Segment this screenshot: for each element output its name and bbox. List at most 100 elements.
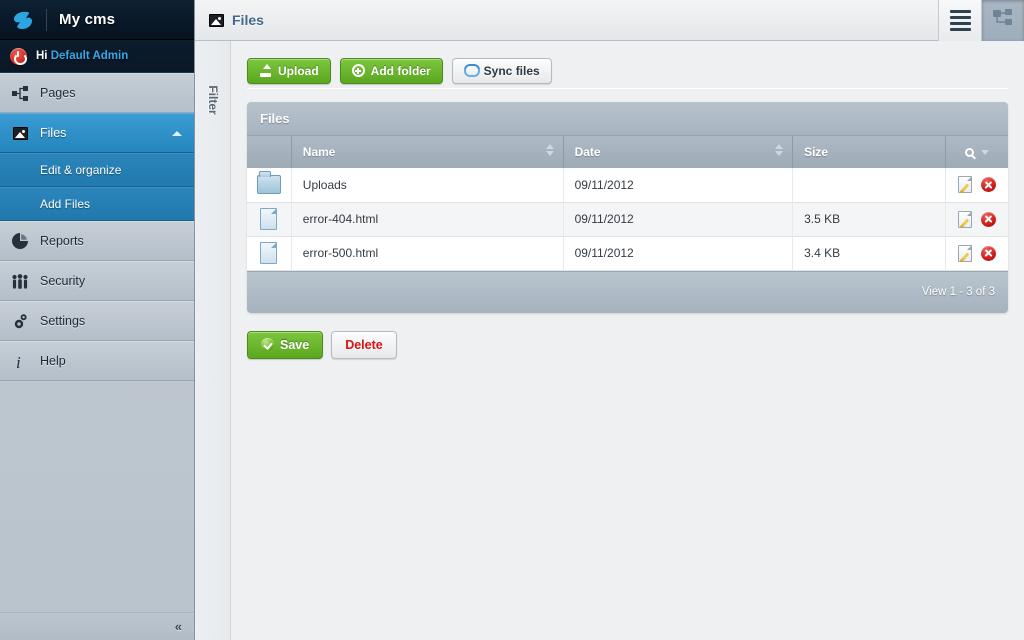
column-name-label: Name <box>303 145 336 159</box>
add-folder-label: Add folder <box>371 64 431 78</box>
view-list-button[interactable] <box>938 0 981 41</box>
silverstripe-logo-icon <box>0 9 46 31</box>
cell-date: 09/11/2012 <box>563 236 793 270</box>
sidebar-subitem-edit-organize[interactable]: Edit & organize <box>0 153 194 187</box>
add-folder-button[interactable]: Add folder <box>340 58 443 84</box>
sort-toggle-name[interactable] <box>546 144 554 156</box>
logo-divider <box>46 9 47 31</box>
cms-title: My cms <box>59 11 115 28</box>
panel-footer: View 1 - 3 of 3 <box>247 271 1008 313</box>
collapse-chevron-icon: « <box>175 619 182 634</box>
sidebar-collapse-button[interactable]: « <box>0 612 194 640</box>
pagination-status: View 1 - 3 of 3 <box>922 286 995 298</box>
column-icon <box>247 136 291 168</box>
sync-icon <box>464 64 478 77</box>
cell-size <box>793 168 946 202</box>
cell-name[interactable]: error-500.html <box>291 236 563 270</box>
table-row[interactable]: error-404.html 09/11/2012 3.5 KB <box>247 202 1008 236</box>
search-icon[interactable] <box>965 148 974 157</box>
row-type-icon-cell <box>247 168 291 202</box>
main-area: Files <box>195 0 1024 640</box>
column-name[interactable]: Name <box>291 136 563 168</box>
sidebar-item-security[interactable]: Security <box>0 261 194 301</box>
edit-icon[interactable] <box>958 245 972 262</box>
tree-view-icon <box>992 8 1014 33</box>
page-title: Files <box>232 12 264 28</box>
save-button[interactable]: Save <box>247 331 323 359</box>
toolbar: Upload Add folder Sync files <box>247 41 1008 88</box>
info-icon: i <box>10 352 30 370</box>
column-actions <box>946 136 1008 168</box>
cell-size: 3.5 KB <box>793 202 946 236</box>
list-view-icon <box>950 10 971 31</box>
files-panel: Files Name Date <box>247 102 1008 313</box>
column-date-label: Date <box>575 145 601 159</box>
file-icon <box>260 208 277 230</box>
panel-title: Files <box>260 111 290 126</box>
users-icon <box>10 272 30 290</box>
view-toggle-group <box>938 0 1024 41</box>
cell-name[interactable]: Uploads <box>291 168 563 202</box>
cell-actions <box>946 236 1008 270</box>
table-row[interactable]: error-500.html 09/11/2012 3.4 KB <box>247 236 1008 270</box>
svg-text:i: i <box>16 353 21 370</box>
table-row[interactable]: Uploads 09/11/2012 <box>247 168 1008 202</box>
sidebar: My cms Hi Default Admin Pages <box>0 0 195 640</box>
row-type-icon-cell <box>247 236 291 270</box>
sidebar-item-files[interactable]: Files <box>0 113 194 153</box>
cell-actions <box>946 168 1008 202</box>
sidebar-item-help[interactable]: i Help <box>0 341 194 381</box>
edit-icon[interactable] <box>958 211 972 228</box>
column-size[interactable]: Size <box>793 136 946 168</box>
cell-size: 3.4 KB <box>793 236 946 270</box>
sort-toggle-date[interactable] <box>775 144 783 156</box>
pie-chart-icon <box>10 232 30 250</box>
cell-name[interactable]: error-404.html <box>291 202 563 236</box>
logo-bar: My cms <box>0 0 194 40</box>
edit-icon[interactable] <box>958 176 972 193</box>
toolbar-divider <box>247 88 1008 89</box>
sync-files-button[interactable]: Sync files <box>452 58 552 84</box>
greeting-text: Hi <box>36 50 48 62</box>
upload-label: Upload <box>278 64 319 78</box>
form-actions: Save Delete <box>247 331 1008 359</box>
upload-button[interactable]: Upload <box>247 58 331 84</box>
cell-date: 09/11/2012 <box>563 168 793 202</box>
sidebar-item-label: Reports <box>40 234 84 248</box>
filter-rail[interactable]: Filter <box>195 41 231 640</box>
folder-icon <box>257 175 281 194</box>
file-icon <box>260 242 277 264</box>
delete-icon[interactable] <box>981 212 996 227</box>
chevron-up-icon[interactable] <box>172 131 182 136</box>
sidebar-item-pages[interactable]: Pages <box>0 73 194 113</box>
view-tree-button[interactable] <box>981 0 1024 41</box>
sidebar-subitem-label: Add Files <box>40 197 90 211</box>
power-icon[interactable] <box>10 48 27 65</box>
sidebar-item-reports[interactable]: Reports <box>0 221 194 261</box>
delete-icon[interactable] <box>981 177 996 192</box>
cms-application: My cms Hi Default Admin Pages <box>0 0 1024 640</box>
chevron-down-icon[interactable] <box>981 150 989 155</box>
user-bar[interactable]: Hi Default Admin <box>0 40 194 73</box>
content-area: Filter Upload Add folder Sync files <box>195 41 1024 640</box>
table-header: Name Date Size <box>247 136 1008 168</box>
delete-button[interactable]: Delete <box>331 331 397 359</box>
cell-actions <box>946 202 1008 236</box>
column-date[interactable]: Date <box>563 136 793 168</box>
content-inner: Upload Add folder Sync files Files <box>231 41 1024 640</box>
upload-icon <box>259 64 272 77</box>
sidebar-subitem-add-files[interactable]: Add Files <box>0 187 194 221</box>
row-type-icon-cell <box>247 202 291 236</box>
delete-icon[interactable] <box>981 246 996 261</box>
main-header: Files <box>195 0 1024 41</box>
sidebar-subitem-label: Edit & organize <box>40 163 121 177</box>
delete-label: Delete <box>345 338 383 352</box>
user-greeting: Hi Default Admin <box>36 50 128 62</box>
sidebar-item-settings[interactable]: Settings <box>0 301 194 341</box>
user-name[interactable]: Default Admin <box>51 50 129 62</box>
sidebar-item-label: Help <box>40 354 66 368</box>
plus-circle-icon <box>352 64 365 77</box>
image-icon <box>10 124 30 142</box>
cell-date: 09/11/2012 <box>563 202 793 236</box>
gear-icon <box>10 312 30 330</box>
